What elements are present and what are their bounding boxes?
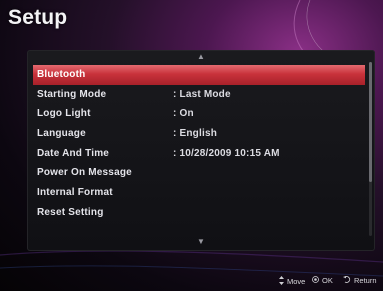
menu-item-power-on-message[interactable]: Power On Message [33, 163, 365, 183]
menu-item-starting-mode[interactable]: Starting Mode : Last Mode [33, 85, 365, 105]
menu-item-reset-setting[interactable]: Reset Setting [33, 203, 365, 223]
menu-item-language[interactable]: Language : English [33, 124, 365, 144]
updown-arrow-icon [279, 276, 284, 287]
menu-item-internal-format[interactable]: Internal Format [33, 183, 365, 203]
return-label: Return [354, 276, 377, 285]
menu-item-label: Internal Format [37, 187, 113, 199]
ok-hint: OK [312, 276, 333, 285]
move-label: Move [287, 277, 306, 286]
ok-label: OK [322, 276, 333, 285]
scrollbar[interactable] [369, 62, 372, 236]
menu-item-label: Power On Message [37, 167, 132, 179]
scrollbar-thumb[interactable] [369, 62, 372, 182]
setup-menu-panel: ▲ Bluetooth Starting Mode : Last Mode Lo… [27, 50, 375, 251]
return-hint: Return [343, 276, 377, 285]
scroll-up-icon[interactable]: ▲ [27, 52, 375, 61]
ok-dot-icon [312, 276, 319, 285]
menu-item-label: Bluetooth [37, 69, 86, 80]
setup-menu-list: Bluetooth Starting Mode : Last Mode Logo… [33, 65, 365, 223]
menu-item-value: : English [173, 128, 218, 140]
scroll-down-icon[interactable]: ▼ [27, 237, 375, 246]
menu-item-value: : On [173, 108, 194, 120]
menu-item-date-and-time[interactable]: Date And Time : 10/28/2009 10:15 AM [33, 144, 365, 164]
menu-item-value: : Last Mode [173, 88, 231, 100]
menu-item-logo-light[interactable]: Logo Light : On [33, 104, 365, 124]
menu-item-label: Logo Light [37, 108, 91, 120]
menu-item-label: Starting Mode [37, 88, 107, 100]
menu-item-label: Date And Time [37, 147, 110, 159]
menu-item-bluetooth[interactable]: Bluetooth [33, 65, 365, 85]
move-hint: Move [279, 276, 305, 287]
key-guide-bar: Move OK Return [0, 271, 383, 289]
menu-item-value: : 10/28/2009 10:15 AM [173, 147, 280, 159]
menu-item-label: Language [37, 128, 86, 140]
return-arrow-icon [343, 276, 351, 285]
page-title: Setup [8, 6, 68, 29]
menu-item-label: Reset Setting [37, 206, 104, 218]
